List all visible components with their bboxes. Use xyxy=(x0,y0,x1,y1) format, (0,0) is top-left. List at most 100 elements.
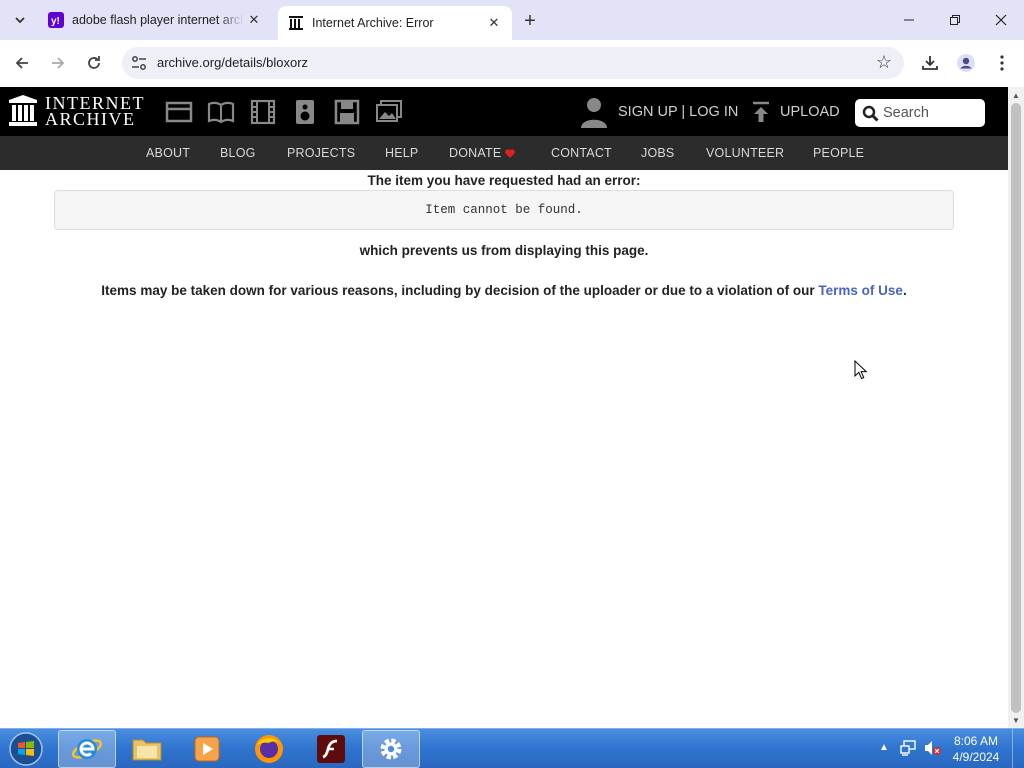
flash-player-icon xyxy=(317,735,345,763)
site-settings-icon[interactable] xyxy=(130,54,148,72)
download-icon xyxy=(922,56,938,70)
new-tab-button[interactable]: + xyxy=(518,9,542,33)
browser-toolbar: archive.org/details/bloxorz ☆ xyxy=(0,40,1024,86)
svg-text:y!: y! xyxy=(51,16,60,27)
error-explanation: which prevents us from displaying this p… xyxy=(359,243,649,258)
taskbar-internet-explorer[interactable] xyxy=(58,730,116,768)
user-icon[interactable] xyxy=(580,96,608,128)
upload-link[interactable]: UPLOAD xyxy=(780,104,840,120)
close-icon xyxy=(995,14,1007,26)
folder-icon xyxy=(132,739,162,761)
nav-blog[interactable]: BLOG xyxy=(220,146,256,160)
clock-date: 4/9/2024 xyxy=(952,750,1000,764)
address-bar[interactable]: archive.org/details/bloxorz ☆ xyxy=(122,47,904,79)
more-vert-icon xyxy=(1000,55,1004,71)
ia-logo[interactable]: INTERNET ARCHIVE xyxy=(9,94,145,129)
ia-header: INTERNET ARCHIVE SIGN UP | LOG IN UPLOAD… xyxy=(0,87,1008,136)
page-content: The item you have requested had an error… xyxy=(0,170,1008,728)
taskbar-firefox[interactable] xyxy=(240,730,298,768)
start-button[interactable] xyxy=(6,731,46,767)
minimize-icon xyxy=(904,19,914,21)
internet-explorer-icon xyxy=(71,739,103,759)
close-icon[interactable]: ✕ xyxy=(484,13,504,33)
downloads-button[interactable] xyxy=(916,49,944,77)
terms-of-use-link[interactable]: Terms of Use xyxy=(818,283,903,298)
yahoo-icon: y! xyxy=(48,12,64,28)
taskbar-flash-player[interactable] xyxy=(302,730,360,768)
arrow-right-icon xyxy=(52,57,65,69)
takedown-text: Items may be taken down for various reas… xyxy=(101,283,819,298)
menu-button[interactable] xyxy=(988,49,1016,77)
media-player-icon xyxy=(194,736,220,762)
reload-icon xyxy=(88,56,100,69)
bookmark-star-icon[interactable]: ☆ xyxy=(876,52,892,73)
page-scrollbar[interactable]: ▲ ▼ xyxy=(1008,87,1024,728)
close-window-button[interactable] xyxy=(978,0,1024,40)
nav-projects[interactable]: PROJECTS xyxy=(287,146,355,160)
volume-muted-icon[interactable] xyxy=(924,740,942,756)
minimize-button[interactable] xyxy=(886,0,932,40)
nav-about[interactable]: ABOUT xyxy=(146,146,190,160)
clock-time: 8:06 AM xyxy=(953,734,999,748)
nav-help[interactable]: HELP xyxy=(385,146,418,160)
video-icon[interactable] xyxy=(249,99,277,125)
nav-contact[interactable]: CONTACT xyxy=(551,146,612,160)
scroll-down-arrow-icon[interactable]: ▼ xyxy=(1012,716,1020,725)
tab-internet-archive[interactable]: Internet Archive: Error ✕ xyxy=(278,6,512,40)
ia-search-box[interactable]: Search xyxy=(855,99,985,127)
tab-strip: y! adobe flash player internet archive ✕… xyxy=(0,0,1024,40)
logo-line-2: ARCHIVE xyxy=(45,109,136,129)
arrow-left-icon xyxy=(15,57,28,69)
nav-jobs[interactable]: JOBS xyxy=(641,146,674,160)
restore-icon xyxy=(950,15,960,25)
show-hidden-icons-icon[interactable]: ▲ xyxy=(879,742,889,753)
gear-icon xyxy=(380,738,402,760)
error-heading: The item you have requested had an error… xyxy=(367,173,641,188)
error-message: Item cannot be found. xyxy=(425,203,583,217)
tab-search-button[interactable] xyxy=(8,8,32,32)
audio-icon[interactable] xyxy=(291,99,319,125)
mouse-cursor-icon xyxy=(854,360,868,380)
taskbar-settings[interactable] xyxy=(362,730,420,768)
signup-login-link[interactable]: SIGN UP | LOG IN xyxy=(618,104,738,120)
takedown-note: Items may be taken down for various reas… xyxy=(0,283,1008,298)
upload-icon[interactable] xyxy=(751,101,771,123)
texts-icon[interactable] xyxy=(207,99,235,125)
windows-orb-icon xyxy=(9,732,43,766)
chevron-down-icon xyxy=(15,17,25,24)
error-box: Item cannot be found. xyxy=(54,190,954,230)
takedown-period: . xyxy=(902,283,907,298)
scroll-up-arrow-icon[interactable]: ▲ xyxy=(1012,91,1020,100)
archive-building-icon xyxy=(9,95,37,126)
tab-title: adobe flash player internet archive xyxy=(72,13,244,27)
heart-icon xyxy=(505,149,515,158)
forward-button[interactable] xyxy=(44,49,72,77)
images-icon[interactable] xyxy=(375,99,403,125)
taskbar-file-explorer[interactable] xyxy=(118,730,176,768)
search-icon xyxy=(862,105,879,122)
system-clock[interactable]: 8:06 AM 4/9/2024 xyxy=(944,733,1008,765)
profile-icon xyxy=(957,54,975,72)
nav-people[interactable]: PEOPLE xyxy=(813,146,864,160)
search-input[interactable]: Search xyxy=(883,105,929,121)
restore-button[interactable] xyxy=(932,0,978,40)
nav-volunteer[interactable]: VOLUNTEER xyxy=(706,146,784,160)
profile-button[interactable] xyxy=(952,49,980,77)
show-desktop-button[interactable] xyxy=(1012,729,1024,768)
taskbar-media-player[interactable] xyxy=(178,730,236,768)
web-icon[interactable] xyxy=(165,99,193,125)
close-icon[interactable]: ✕ xyxy=(244,10,264,30)
url-text: archive.org/details/bloxorz xyxy=(157,55,309,70)
network-icon[interactable] xyxy=(900,740,918,756)
reload-button[interactable] xyxy=(80,49,108,77)
ia-nav-bar: ABOUT BLOG PROJECTS HELP DONATE CONTACT … xyxy=(0,136,1008,170)
taskbar: ▲ 8:06 AM 4/9/2024 xyxy=(0,728,1024,768)
tab-title: Internet Archive: Error xyxy=(312,16,434,30)
firefox-icon xyxy=(255,735,283,763)
scrollbar-thumb[interactable] xyxy=(1011,103,1021,713)
archive-icon xyxy=(288,15,304,31)
nav-donate[interactable]: DONATE xyxy=(449,146,501,160)
tab-yahoo[interactable]: y! adobe flash player internet archive ✕ xyxy=(38,0,272,40)
software-icon[interactable] xyxy=(333,99,361,125)
back-button[interactable] xyxy=(8,49,36,77)
